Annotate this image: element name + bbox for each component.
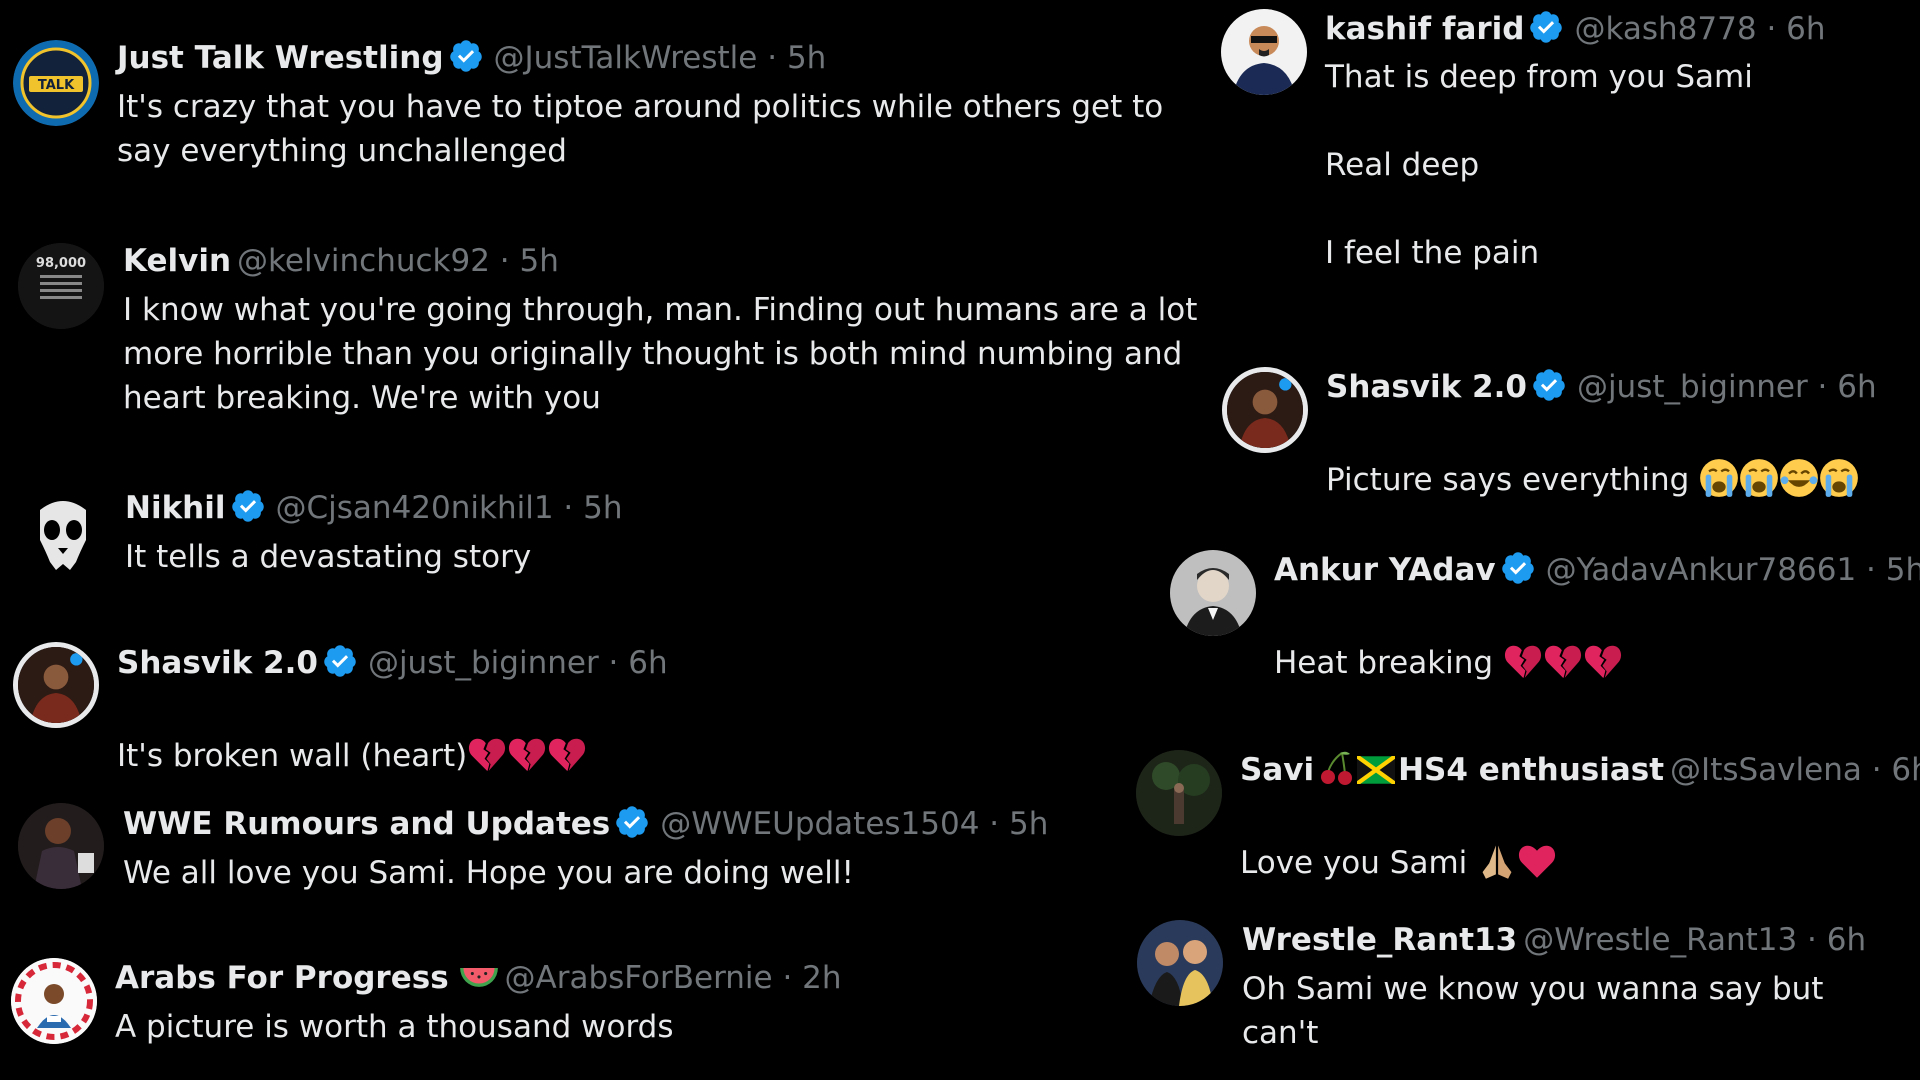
- display-name[interactable]: Ankur YAdav: [1274, 552, 1496, 588]
- folded-hands-icon: [1477, 841, 1517, 881]
- tweet-body: Picture says everything: [1326, 414, 1906, 502]
- display-name[interactable]: Wrestle_Rant13: [1242, 922, 1517, 958]
- user-handle[interactable]: @just_biginner: [368, 645, 599, 681]
- display-name[interactable]: Shasvik 2.0: [117, 645, 318, 681]
- broken-heart-icon: [1583, 643, 1623, 679]
- display-name[interactable]: Just Talk Wrestling: [117, 40, 444, 76]
- avatar[interactable]: [1137, 920, 1223, 1006]
- avatar[interactable]: 98,000: [18, 243, 104, 329]
- avatar[interactable]: [1170, 550, 1256, 636]
- broken-heart-icon: [547, 736, 587, 772]
- display-name[interactable]: kashif farid: [1325, 11, 1524, 47]
- avatar[interactable]: [1222, 367, 1308, 453]
- user-handle[interactable]: @ItsSavlena: [1670, 752, 1862, 788]
- verified-badge-icon: [1528, 9, 1564, 45]
- avatar[interactable]: TALK: [13, 40, 99, 126]
- timestamp[interactable]: 5h: [1886, 552, 1920, 588]
- user-handle[interactable]: @WWEUpdates1504: [660, 806, 979, 842]
- tweet-body: Love you Sami: [1240, 797, 1840, 885]
- tweet-text: Heat breaking: [1274, 645, 1494, 681]
- broken-heart-icon: [1543, 643, 1583, 679]
- verified-badge-icon: [322, 643, 358, 679]
- display-name[interactable]: Shasvik 2.0: [1326, 369, 1527, 405]
- broken-heart-icon: [507, 736, 547, 772]
- user-handle[interactable]: @Wrestle_Rant13: [1523, 922, 1797, 958]
- timestamp[interactable]: 6h: [628, 645, 667, 681]
- verified-badge-icon: [1500, 550, 1536, 586]
- tweet-text: Picture says everything: [1326, 462, 1690, 498]
- timestamp[interactable]: 2h: [802, 960, 841, 996]
- tweet-text: It's broken wall (heart): [117, 738, 468, 774]
- tweet-text: We all love you Sami. Hope you are doing…: [123, 855, 854, 891]
- tweet-text: Love you Sami: [1240, 845, 1468, 881]
- verified-badge-icon: [614, 804, 650, 840]
- display-name[interactable]: Nikhil: [125, 490, 226, 526]
- verified-badge-icon: [230, 488, 266, 524]
- display-name-suffix[interactable]: HS4 enthusiast: [1398, 752, 1664, 788]
- user-handle[interactable]: @JustTalkWrestle: [494, 40, 758, 76]
- cherries-icon: [1318, 750, 1354, 786]
- display-name[interactable]: Savi: [1240, 752, 1314, 788]
- avatar[interactable]: [13, 642, 99, 728]
- tweet-text: That is deep from you Sami Real deep I f…: [1325, 59, 1753, 271]
- timestamp[interactable]: 5h: [520, 243, 559, 279]
- display-name[interactable]: Kelvin: [123, 243, 231, 279]
- user-handle[interactable]: @kash8778: [1574, 11, 1756, 47]
- timestamp[interactable]: 6h: [1786, 11, 1825, 47]
- timestamp[interactable]: 5h: [787, 40, 826, 76]
- tweet-text: It tells a devastating story: [125, 539, 532, 575]
- timestamp[interactable]: 6h: [1827, 922, 1866, 958]
- timestamp[interactable]: 6h: [1837, 369, 1876, 405]
- avatar[interactable]: [20, 490, 106, 576]
- tweet-body: It's broken wall (heart): [117, 690, 1017, 778]
- tweet-text: A picture is worth a thousand words: [115, 1009, 674, 1045]
- verified-badge-icon: [1531, 367, 1567, 403]
- loudly-crying-face-icon: [1819, 458, 1859, 498]
- user-handle[interactable]: @YadavAnkur78661: [1546, 552, 1857, 588]
- watermelon-icon: [459, 966, 499, 990]
- avatar[interactable]: [11, 958, 97, 1044]
- timestamp[interactable]: 5h: [1009, 806, 1048, 842]
- avatar-text: TALK: [38, 78, 75, 93]
- display-name[interactable]: WWE Rumours and Updates: [123, 806, 610, 842]
- broken-heart-icon: [1503, 643, 1543, 679]
- face-with-tears-of-joy-icon: [1779, 458, 1819, 498]
- avatar[interactable]: [1221, 9, 1307, 95]
- tweet-text: Oh Sami we know you wanna say but can't: [1242, 971, 1824, 1051]
- loudly-crying-face-icon: [1739, 458, 1779, 498]
- user-handle[interactable]: @kelvinchuck92: [237, 243, 490, 279]
- user-handle[interactable]: @just_biginner: [1577, 369, 1808, 405]
- timestamp[interactable]: 6h: [1891, 752, 1920, 788]
- display-name[interactable]: Arabs For Progress: [115, 960, 449, 996]
- jamaica-flag-icon: [1357, 756, 1395, 784]
- verified-badge-icon: [448, 38, 484, 74]
- tweet-text: I know what you're going through, man. F…: [123, 292, 1198, 416]
- loudly-crying-face-icon: [1699, 458, 1739, 498]
- avatar[interactable]: [18, 803, 104, 889]
- red-heart-icon: [1517, 843, 1557, 879]
- avatar[interactable]: [1136, 750, 1222, 836]
- tweet-body: Heat breaking: [1274, 597, 1874, 685]
- avatar-text: 98,000: [36, 256, 86, 271]
- broken-heart-icon: [467, 736, 507, 772]
- timestamp[interactable]: 5h: [583, 490, 622, 526]
- tweet-text: It's crazy that you have to tiptoe aroun…: [117, 89, 1164, 169]
- user-handle[interactable]: @ArabsForBernie: [505, 960, 773, 996]
- user-handle[interactable]: @Cjsan420nikhil1: [276, 490, 554, 526]
